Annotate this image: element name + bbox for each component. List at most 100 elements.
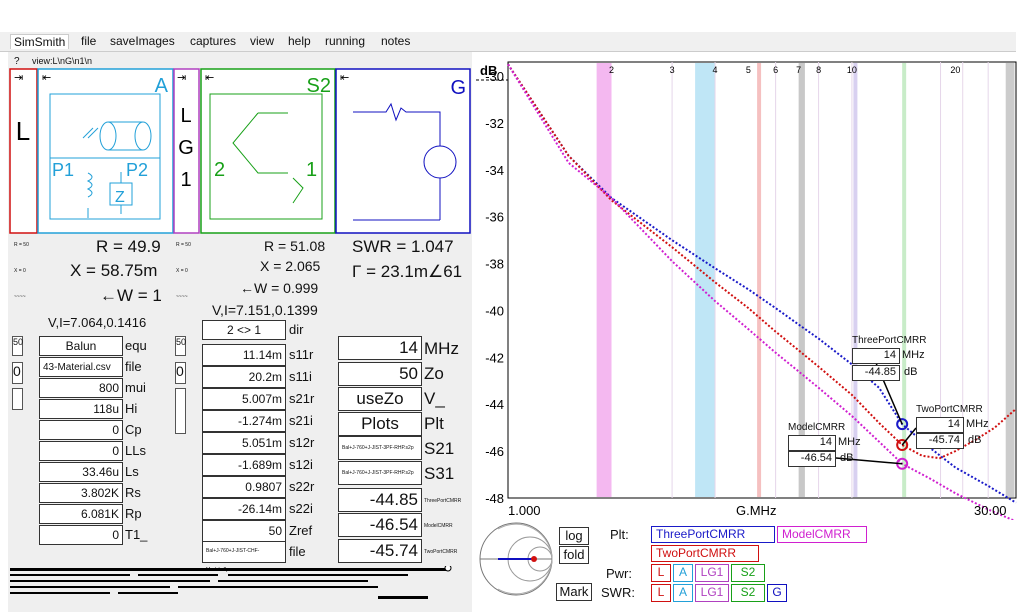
pwr-toggle-a[interactable]: A — [673, 564, 693, 582]
s2-param-label: s21r — [289, 391, 315, 406]
swr-toggle-g[interactable]: G — [767, 584, 787, 602]
balun-file-field[interactable]: 43-Material.csv — [39, 357, 123, 377]
svg-text:⇥: ⇥ — [14, 72, 23, 84]
balun-slider[interactable] — [12, 388, 23, 410]
band-label: 4 — [713, 65, 718, 75]
balun-spin-top[interactable]: 50 — [12, 336, 23, 356]
s2-param-field[interactable]: -26.14m — [202, 498, 286, 520]
s31-file-field[interactable]: Bal+J-760+J-JIST-3PF-RHP.s2p — [338, 461, 422, 485]
smith-chart-thumbnail[interactable] — [478, 519, 554, 599]
s21-label: S21 — [424, 439, 455, 458]
s2-dir-field[interactable]: 2 <> 1 — [202, 320, 286, 340]
s2-slider[interactable] — [175, 388, 186, 434]
zo-field[interactable]: 50 — [338, 362, 422, 386]
menu-help[interactable]: help — [285, 34, 314, 48]
balun-param-field[interactable]: 3.802K — [39, 483, 123, 503]
balun-param-field[interactable]: 800 — [39, 378, 123, 398]
block-LG1[interactable]: ⇥ L G 1 — [173, 68, 200, 234]
legend-threeport[interactable]: ThreePortCMRR — [651, 526, 775, 543]
balun-param-field[interactable]: 118u — [39, 399, 123, 419]
swr-toggle-lg1[interactable]: LG1 — [695, 584, 729, 602]
s2-file-field[interactable]: Bal+J-760+J-JIST-CHF-Model.s2p — [202, 541, 286, 573]
zo-label: Zo — [424, 364, 444, 383]
balun-param-field[interactable]: 33.46u — [39, 462, 123, 482]
pwr-toggle-l[interactable]: L — [651, 564, 671, 582]
schematic-strip — [10, 566, 452, 599]
svg-text:2: 2 — [214, 159, 225, 181]
menu-captures[interactable]: captures — [187, 34, 239, 48]
block-A[interactable]: ⇤ A P1 P2 Z — [37, 68, 174, 234]
plots-button[interactable]: Plots — [338, 412, 422, 436]
menu-running[interactable]: running — [322, 34, 368, 48]
s2-param-field[interactable]: -1.274m — [202, 410, 286, 432]
help-toggle[interactable]: ? — [14, 56, 20, 67]
y-tick-label: -46 — [485, 444, 504, 459]
band-label: 5 — [746, 65, 751, 75]
s2-spin-top[interactable]: 50 — [175, 336, 186, 356]
y-tick-label: -48 — [485, 491, 504, 506]
block-G[interactable]: ⇤ G — [335, 68, 471, 234]
s2-param-field[interactable]: 0.9807 — [202, 476, 286, 498]
balun-param-label: Rp — [125, 506, 142, 521]
balun-param-field[interactable]: 0 — [39, 525, 123, 545]
view-path: view:L\nG\n1\n — [32, 56, 93, 66]
menu-notes[interactable]: notes — [378, 34, 413, 48]
swr-toggle-l[interactable]: L — [651, 584, 671, 602]
block-S2[interactable]: ⇤ S2 2 1 — [200, 68, 336, 234]
y-tick-label: -34 — [485, 163, 504, 178]
mark-button[interactable]: Mark — [556, 583, 592, 601]
annot-model-freq: 14 — [788, 435, 836, 451]
legend-twoport[interactable]: TwoPortCMRR — [651, 545, 759, 562]
svg-text:1: 1 — [306, 159, 317, 181]
band-label: 20 — [950, 65, 960, 75]
band-label: 10 — [847, 65, 857, 75]
balun-name-field[interactable]: Balun — [39, 336, 123, 356]
balun-param-label: T1_ — [125, 527, 148, 542]
annot-model-unit: MHz — [838, 436, 861, 448]
s31-label: S31 — [424, 464, 455, 483]
annot-twoport-freq: 14 — [916, 417, 964, 433]
legend-model[interactable]: ModelCMRR — [777, 526, 867, 543]
s2-param-field[interactable]: -1.689m — [202, 454, 286, 476]
pwr-toggle-s2[interactable]: S2 — [731, 564, 765, 582]
swr-toggle-a[interactable]: A — [673, 584, 693, 602]
balun-param-field[interactable]: 0 — [39, 420, 123, 440]
pwr-label: Pwr: — [606, 566, 632, 581]
annot-model-name: ModelCMRR — [788, 422, 846, 433]
menu-bar: SimSmith file saveImages captures view h… — [0, 32, 1016, 52]
y-tick-label: -40 — [485, 303, 504, 318]
swr-label: SWR: — [601, 585, 635, 600]
fold-button[interactable]: fold — [559, 546, 589, 564]
log-button[interactable]: log — [559, 527, 589, 545]
annot-threeport-freq: 14 — [852, 348, 900, 364]
balun-spin-mid[interactable]: 0 — [12, 362, 23, 384]
balun-param-label: Ls — [125, 464, 139, 479]
band-label: 2 — [609, 65, 614, 75]
menu-view[interactable]: view — [247, 34, 277, 48]
band-label: 8 — [816, 65, 821, 75]
menu-file[interactable]: file — [78, 34, 99, 48]
frequency-field[interactable]: 14 — [338, 336, 422, 360]
s21-file-field[interactable]: Bal+J-760+J-JIST-3PF-RHP.s2p — [338, 436, 422, 460]
menu-saveimages[interactable]: saveImages — [107, 34, 178, 48]
s2-file-label: file — [289, 544, 306, 559]
band-shade — [1005, 63, 1015, 497]
s2-param-field[interactable]: 5.051m — [202, 432, 286, 454]
s2-spin-mid[interactable]: 0 — [175, 362, 186, 384]
usezo-button[interactable]: useZo — [338, 387, 422, 411]
block-L[interactable]: ⇥ L — [9, 68, 38, 234]
s2-param-field[interactable]: 20.2m — [202, 366, 286, 388]
pwr-toggle-lg1[interactable]: LG1 — [695, 564, 729, 582]
s2-param-label: s22r — [289, 479, 315, 494]
swr-toggle-s2[interactable]: S2 — [731, 584, 765, 602]
s2-param-field[interactable]: 50 — [202, 520, 286, 542]
balun-param-field[interactable]: 6.081K — [39, 504, 123, 524]
s2-param-field[interactable]: 11.14m — [202, 344, 286, 366]
menu-simsmith[interactable]: SimSmith — [10, 34, 70, 49]
annot-twoport-value: -45.74 — [916, 433, 964, 449]
balun-param-field[interactable]: 0 — [39, 441, 123, 461]
s2-param-field[interactable]: 5.007m — [202, 388, 286, 410]
band-label: 6 — [773, 65, 778, 75]
cmrr-chart[interactable]: -30-32-34-36-38-40-42-44-46-48 2 3 4 5 6 7 8 10… — [474, 58, 1022, 520]
y-tick-label: -36 — [485, 210, 504, 225]
